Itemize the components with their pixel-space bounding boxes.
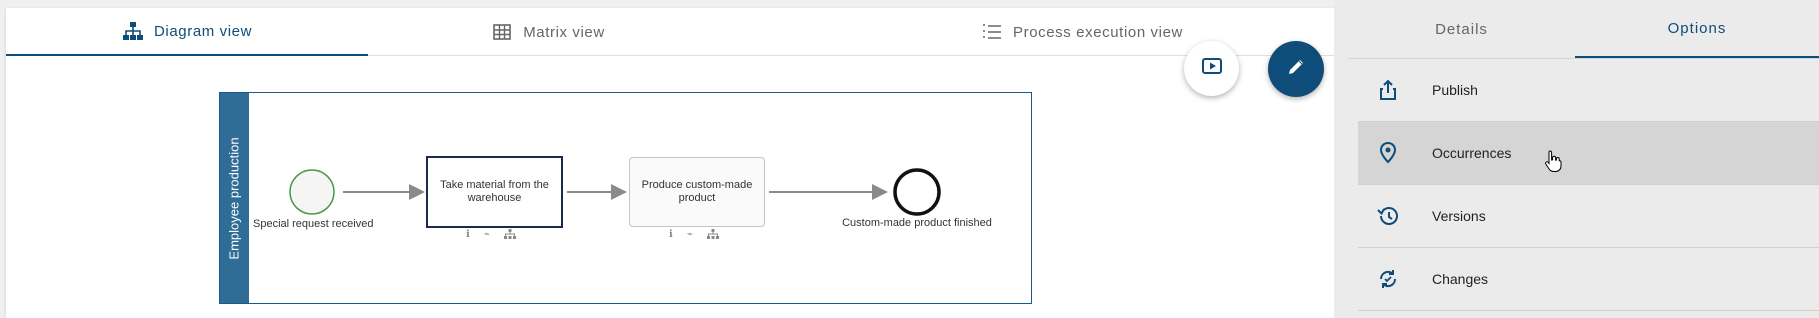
play-icon <box>1201 58 1222 79</box>
edit-button[interactable] <box>1268 41 1324 97</box>
start-event <box>289 169 335 215</box>
hierarchy-icon[interactable] <box>503 229 516 242</box>
location-pin-icon <box>1358 142 1418 164</box>
hierarchy-icon <box>122 20 144 42</box>
task-attributes: ℹ ⌁ <box>466 229 516 242</box>
grid-icon <box>491 21 513 43</box>
tab-details[interactable]: Details <box>1348 0 1575 58</box>
attachment-icon[interactable]: ⌁ <box>484 229 490 242</box>
main-card: Diagram view Matrix view Process executi… <box>6 8 1334 318</box>
simulate-button[interactable] <box>1184 41 1239 96</box>
tab-label: Process execution view <box>1013 23 1183 41</box>
side-panel: Details Options Publish Occurrences Vers… <box>1334 0 1819 318</box>
menu-item-versions[interactable]: Versions <box>1358 185 1819 248</box>
menu-item-occurrences[interactable]: Occurrences <box>1358 122 1819 185</box>
tab-options[interactable]: Options <box>1575 0 1819 58</box>
task-take-material[interactable]: Take material from the warehouse <box>426 156 563 228</box>
tab-label: Details <box>1435 20 1488 38</box>
menu-label: Occurrences <box>1432 145 1512 161</box>
pencil-icon <box>1286 57 1306 82</box>
menu-label: Changes <box>1432 271 1489 287</box>
end-event <box>893 168 941 216</box>
history-icon <box>1358 206 1418 226</box>
task-label: Produce custom-made product <box>641 179 753 204</box>
attachment-icon[interactable]: ⌁ <box>687 229 693 242</box>
end-event-label: Custom-made product finished <box>842 217 992 229</box>
tab-process-execution-view-label[interactable]: Process execution view <box>981 8 1201 56</box>
tab-matrix-view[interactable]: Matrix view <box>368 8 728 56</box>
start-event-label: Special request received <box>253 218 374 230</box>
tab-label: Diagram view <box>153 22 253 40</box>
side-tabs: Details Options <box>1348 0 1819 58</box>
hierarchy-icon[interactable] <box>706 229 719 242</box>
menu-label: Versions <box>1432 208 1486 224</box>
tab-diagram-view[interactable]: Diagram view <box>6 8 368 56</box>
task-attributes: ℹ ⌁ <box>669 229 719 242</box>
task-produce-product[interactable]: Produce custom-made product <box>629 157 765 227</box>
hand-cursor-icon <box>1544 149 1562 178</box>
sync-changes-icon <box>1358 268 1418 290</box>
info-icon[interactable]: ℹ <box>466 229 470 242</box>
diagram-shapes <box>289 168 941 216</box>
tab-label: Options <box>1667 19 1727 37</box>
bpmn-diagram[interactable]: Employee production Special request rece… <box>219 92 1032 304</box>
view-tabs: Diagram view Matrix view Process executi… <box>6 8 1334 56</box>
share-upload-icon <box>1358 79 1418 101</box>
menu-item-changes[interactable]: Changes <box>1358 248 1819 311</box>
tab-label: Matrix view <box>523 23 605 41</box>
menu-item-publish[interactable]: Publish <box>1358 59 1819 122</box>
numbered-list-icon <box>981 21 1003 43</box>
task-label: Take material from the warehouse <box>440 179 549 204</box>
menu-label: Publish <box>1432 82 1478 98</box>
info-icon[interactable]: ℹ <box>669 229 673 242</box>
